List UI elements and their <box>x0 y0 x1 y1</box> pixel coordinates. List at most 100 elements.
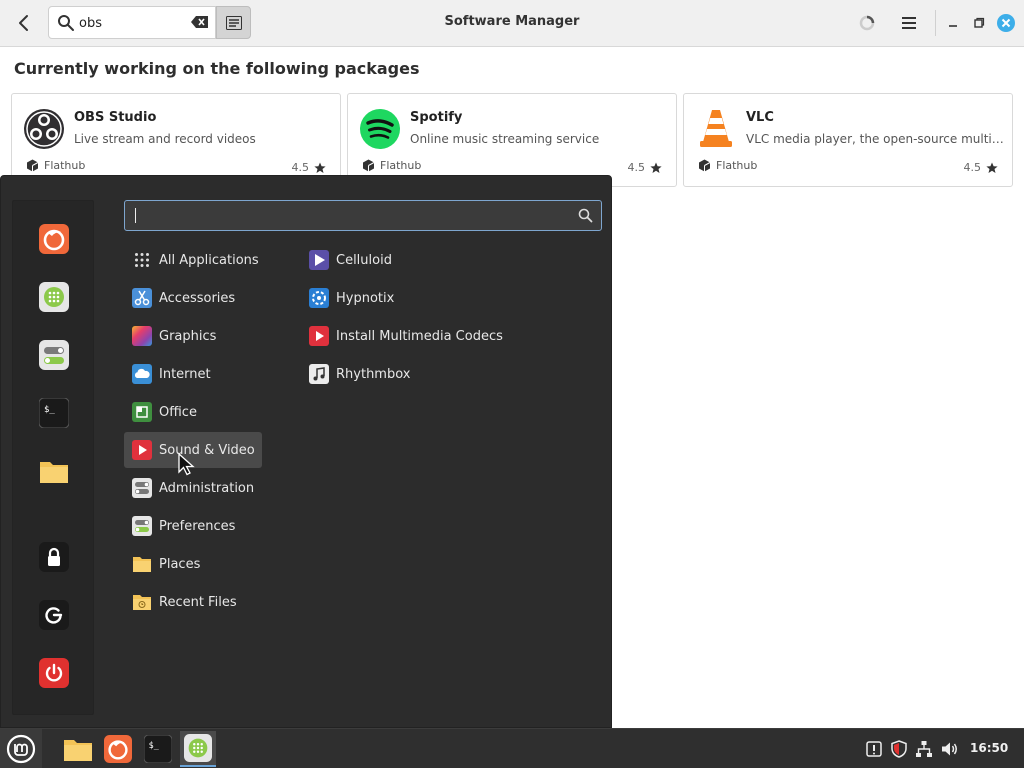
clock[interactable]: 16:50 <box>970 741 1008 755</box>
taskbar-software-manager[interactable] <box>180 731 216 767</box>
package-rating: 4.5 <box>292 161 327 174</box>
menu-search-input[interactable] <box>135 206 565 226</box>
backspace-icon[interactable] <box>191 15 209 29</box>
taskbar-terminal[interactable]: $_ <box>140 731 176 767</box>
minimize-button[interactable] <box>942 12 964 34</box>
package-card-obs[interactable]: OBS Studio Live stream and record videos… <box>11 93 341 187</box>
power-off-button[interactable] <box>38 657 70 689</box>
logout-button[interactable] <box>38 599 70 631</box>
main-menu-button[interactable] <box>896 10 922 36</box>
favorites-panel: $_ <box>12 200 94 715</box>
restore-icon <box>974 17 985 28</box>
search-box[interactable] <box>48 6 216 39</box>
package-source-label: Flathub <box>44 159 86 172</box>
search-options-icon <box>225 15 242 30</box>
palette-icon <box>132 326 152 346</box>
vlc-icon <box>700 110 732 147</box>
category-label: Administration <box>159 480 255 496</box>
package-description: Online music streaming service <box>410 132 600 146</box>
header-separator <box>935 10 936 36</box>
menu-search-box[interactable] <box>124 200 602 231</box>
mint-menu-button[interactable] <box>0 729 42 768</box>
network-tray[interactable] <box>914 739 934 759</box>
flatpak-icon <box>699 159 711 172</box>
app-hypnotix[interactable]: Hypnotix <box>301 280 561 316</box>
maximize-button[interactable] <box>968 12 990 34</box>
category-label: Places <box>159 556 201 572</box>
office-icon <box>132 402 152 422</box>
category-office[interactable]: Office <box>124 394 262 430</box>
search-options-button[interactable] <box>216 6 251 39</box>
codecs-icon <box>309 326 329 346</box>
settings-toggle-icon <box>39 340 69 370</box>
package-source: Flathub <box>26 159 85 172</box>
update-icon <box>866 741 882 757</box>
app-rhythmbox[interactable]: Rhythmbox <box>301 356 561 392</box>
search-input[interactable] <box>79 13 189 33</box>
chevron-left-icon <box>19 15 28 31</box>
volume-tray[interactable] <box>940 739 960 759</box>
grid-icon <box>132 250 152 270</box>
package-card-vlc[interactable]: VLC VLC media player, the open-source mu… <box>683 93 1013 187</box>
volume-icon <box>942 742 957 756</box>
taskbar: $_ 16:50 <box>0 728 1024 768</box>
package-name: Spotify <box>410 110 463 125</box>
play-icon <box>132 440 152 460</box>
preferences-toggle-icon <box>132 516 152 536</box>
category-places[interactable]: Places <box>124 546 262 582</box>
mouse-pointer-icon <box>178 452 195 476</box>
category-label: Recent Files <box>159 594 237 610</box>
terminal-icon: $_ <box>144 735 172 763</box>
star-icon <box>314 162 326 173</box>
package-card-spotify[interactable]: Spotify Online music streaming service F… <box>347 93 677 187</box>
rating-value: 4.5 <box>291 161 310 174</box>
cloud-icon <box>132 364 152 384</box>
section-title: Currently working on the following packa… <box>14 59 420 78</box>
update-manager-tray[interactable] <box>864 739 884 759</box>
back-button[interactable] <box>10 9 38 37</box>
category-all-applications[interactable]: All Applications <box>124 242 262 278</box>
app-install-multimedia-codecs[interactable]: Install Multimedia Codecs <box>301 318 561 354</box>
recent-folder-icon <box>132 592 152 612</box>
favorite-files[interactable] <box>38 455 70 487</box>
app-label: Rhythmbox <box>336 366 411 382</box>
category-preferences[interactable]: Preferences <box>124 508 262 544</box>
scissors-icon <box>132 288 152 308</box>
obs-icon <box>24 109 64 149</box>
flatpak-icon <box>363 159 375 172</box>
taskbar-files[interactable] <box>60 731 96 767</box>
category-accessories[interactable]: Accessories <box>124 280 262 316</box>
taskbar-firefox[interactable] <box>100 731 136 767</box>
firefox-icon <box>104 735 132 763</box>
terminal-icon: $_ <box>39 398 69 428</box>
folder-icon <box>132 554 152 574</box>
app-celluloid[interactable]: Celluloid <box>301 242 561 278</box>
category-label: Preferences <box>159 518 236 534</box>
favorite-settings[interactable] <box>38 339 70 371</box>
lock-screen-button[interactable] <box>38 541 70 573</box>
hamburger-icon <box>902 17 916 29</box>
package-rating: 4.5 <box>628 161 663 174</box>
shield-icon <box>891 740 907 758</box>
package-name: OBS Studio <box>74 110 157 125</box>
app-label: Install Multimedia Codecs <box>336 328 503 344</box>
rating-value: 4.5 <box>963 161 982 174</box>
category-recent-files[interactable]: Recent Files <box>124 584 262 620</box>
package-source-label: Flathub <box>380 159 422 172</box>
admin-toggle-icon <box>132 478 152 498</box>
spotify-icon <box>360 109 400 149</box>
header-bar: Software Manager <box>0 0 1024 47</box>
svg-text:$_: $_ <box>44 405 55 415</box>
minimize-icon <box>949 25 957 27</box>
close-button[interactable] <box>995 12 1017 34</box>
category-internet[interactable]: Internet <box>124 356 262 392</box>
shield-tray[interactable] <box>889 739 909 759</box>
favorite-firefox[interactable] <box>38 223 70 255</box>
rhythmbox-icon <box>309 364 329 384</box>
category-graphics[interactable]: Graphics <box>124 318 262 354</box>
search-icon <box>58 15 74 31</box>
app-label: Celluloid <box>336 252 392 268</box>
favorite-terminal[interactable]: $_ <box>38 397 70 429</box>
app-label: Hypnotix <box>336 290 395 306</box>
favorite-software-manager[interactable] <box>38 281 70 313</box>
